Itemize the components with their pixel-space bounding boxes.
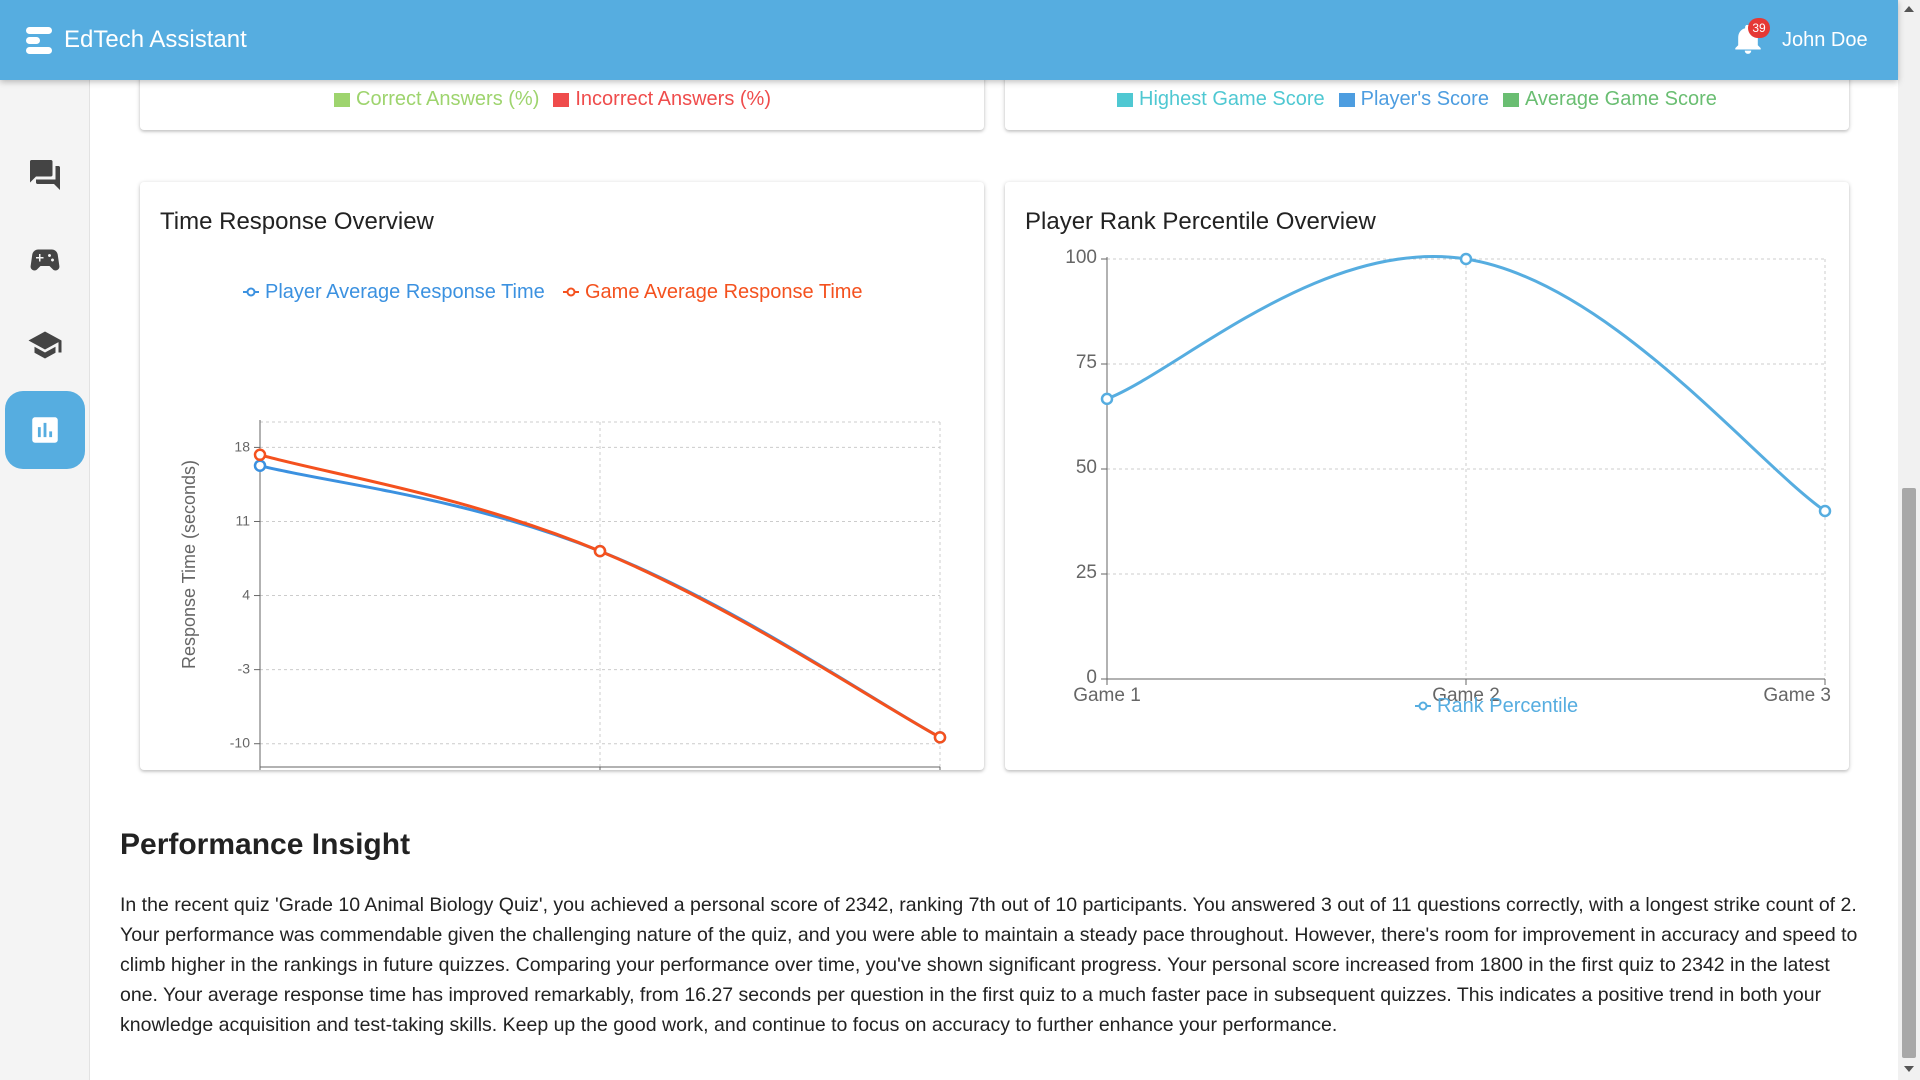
chat-icon [30, 160, 60, 190]
sidebar-item-games[interactable] [5, 221, 85, 299]
legend-marker [1418, 701, 1428, 711]
time-response-chart: 18114-3-10Game 1Game 2Game 3Response Tim… [179, 281, 947, 770]
insight-text: In the recent quiz 'Grade 10 Animal Biol… [120, 894, 1858, 1036]
legend-label: Player Average Response Time [265, 281, 545, 303]
y-tick-label: 75 [1076, 352, 1097, 373]
legend-item-incorrect[interactable]: Incorrect Answers (%) [553, 88, 771, 111]
legend-marker [246, 287, 256, 297]
graduation-cap-icon [28, 331, 62, 359]
legend-label: Rank Percentile [1437, 695, 1578, 717]
sidebar-item-chat[interactable] [5, 136, 85, 214]
y-tick-label: 50 [1076, 457, 1097, 478]
x-tick-label: Game 1 [1073, 685, 1141, 706]
user-name[interactable]: John Doe [1782, 26, 1868, 54]
data-point [1100, 392, 1114, 406]
notification-badge: 39 [1748, 18, 1770, 38]
sidebar-item-analytics[interactable] [5, 391, 85, 469]
legend-label: Average Game Score [1524, 88, 1717, 110]
answers-legend: Correct Answers (%) Incorrect Answers (%… [334, 88, 771, 111]
scroll-up-arrow-icon[interactable] [1904, 6, 1914, 12]
legend-swatch [1338, 92, 1355, 107]
data-point [253, 459, 267, 472]
legend-label: Incorrect Answers (%) [575, 88, 771, 110]
legend-swatch [334, 92, 350, 107]
series-line [1106, 255, 1826, 513]
sidebar-item-learning[interactable] [5, 306, 85, 384]
y-tick-label: -3 [238, 661, 251, 677]
scroll-thumb[interactable] [1902, 488, 1916, 1058]
y-axis-label: Response Time (seconds) [179, 460, 199, 669]
data-point [1459, 252, 1473, 266]
y-tick-label: 18 [234, 438, 250, 454]
sidebar [0, 80, 90, 1080]
time-response-card: Time Response Overview 18114-3-10Game 1G… [140, 182, 984, 770]
data-point [1818, 504, 1832, 518]
y-tick-label: 4 [242, 587, 250, 603]
legend-swatch [1117, 92, 1133, 107]
scores-legend: Highest Game Score Player's Score Averag… [1117, 88, 1717, 111]
scroll-down-arrow-icon[interactable] [1904, 1066, 1914, 1072]
legend-label: Game Average Response Time [585, 281, 863, 303]
data-point [593, 544, 607, 558]
app-title: EdTech Assistant [64, 26, 247, 53]
y-tick-label: 100 [1065, 247, 1097, 268]
y-tick-label: 11 [235, 512, 250, 528]
rank-percentile-card: Player Rank Percentile Overview 100 75 50 2… [1005, 182, 1849, 770]
app-bar: EdTech Assistant 39 John Doe [0, 0, 1898, 80]
legend-label: Correct Answers (%) [356, 88, 540, 110]
insight-title: Performance Insight [120, 828, 411, 861]
y-tick-label: 25 [1076, 562, 1097, 583]
scores-chart-card: Highest Game Score Player's Score Averag… [1005, 80, 1849, 130]
legend-label: Player's Score [1360, 88, 1489, 110]
legend-item-average[interactable]: Average Game Score [1502, 88, 1717, 111]
legend-label: Highest Game Score [1139, 88, 1325, 110]
page-scrollbar[interactable] [1898, 0, 1920, 1080]
legend-marker [566, 287, 576, 297]
data-point [253, 448, 267, 462]
answers-chart-card: Correct Answers (%) Incorrect Answers (%… [140, 80, 984, 130]
legend-item-highest[interactable]: Highest Game Score [1117, 88, 1325, 111]
legend-item-correct[interactable]: Correct Answers (%) [334, 88, 539, 111]
rank-percentile-chart: 1007550250Game 1 Game 2 Game 3Rank Percent… [1065, 247, 1832, 717]
legend-item-player-score[interactable]: Player's Score [1338, 88, 1489, 111]
legend-swatch [1502, 92, 1519, 107]
app-logo-icon[interactable] [24, 24, 56, 56]
main-content: Correct Answers (%) Incorrect Answers (%… [90, 80, 1898, 1080]
y-tick-label: -10 [230, 735, 250, 751]
bar-chart-icon [32, 417, 58, 443]
gamepad-icon [30, 249, 60, 271]
data-point [933, 731, 947, 744]
legend-swatch [553, 92, 570, 107]
x-tick-label: Game 3 [1763, 685, 1831, 706]
